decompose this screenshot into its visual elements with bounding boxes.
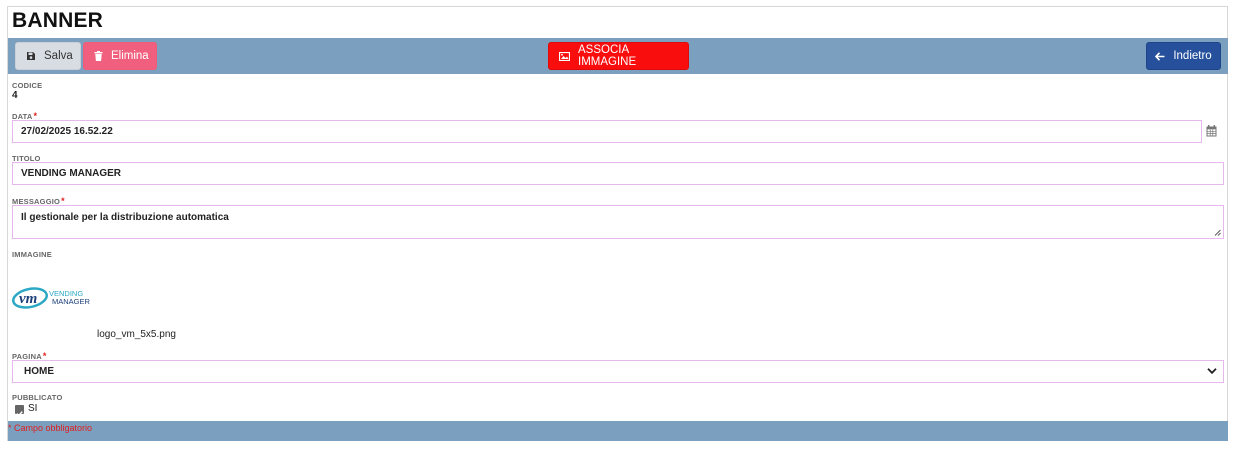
pagina-select[interactable]: HOME	[12, 360, 1224, 383]
data-field[interactable]: 27/02/2025 16.52.22	[12, 120, 1202, 143]
chevron-down-icon	[1207, 368, 1217, 375]
save-button-label: Salva	[44, 50, 73, 62]
titolo-field-value: VENDING MANAGER	[21, 168, 122, 179]
floppy-disk-icon	[27, 52, 35, 60]
pagina-select-value: HOME	[24, 366, 54, 377]
pubblicato-option-label: SI	[28, 403, 38, 414]
codice-value: 4	[12, 90, 18, 101]
titolo-field[interactable]: VENDING MANAGER	[12, 162, 1224, 185]
trash-icon	[94, 51, 103, 61]
pubblicato-label: PUBBLICATO	[12, 393, 63, 402]
required-field-note: * Campo obbligatorio	[8, 423, 93, 433]
svg-text:vm: vm	[19, 291, 37, 307]
back-button[interactable]: Indietro	[1146, 42, 1221, 70]
toolbar: Salva Elimina ASSOCIA IMMAGINE Indietro	[8, 38, 1228, 74]
immagine-label: IMMAGINE	[12, 250, 52, 259]
arrow-left-icon	[1155, 51, 1165, 61]
associate-image-button[interactable]: ASSOCIA IMMAGINE	[548, 42, 689, 70]
back-button-label: Indietro	[1173, 50, 1212, 62]
checkbox-checked-icon	[16, 411, 23, 417]
image-filename: logo_vm_5x5.png	[97, 329, 176, 340]
pubblicato-checkbox[interactable]	[15, 405, 24, 417]
footer-bar	[8, 421, 1228, 441]
vm-logo-graphic: vm VENDING MANAGER	[12, 287, 91, 309]
calendar-icon[interactable]	[1206, 125, 1217, 137]
logo-text-manager: MANAGER	[52, 297, 91, 306]
image-icon	[559, 51, 570, 61]
page-title: BANNER	[12, 9, 104, 32]
messaggio-textarea-value: Il gestionale per la distribuzione autom…	[21, 212, 229, 223]
data-field-value: 27/02/2025 16.52.22	[21, 126, 113, 137]
messaggio-textarea[interactable]: Il gestionale per la distribuzione autom…	[12, 205, 1224, 239]
associate-image-label: ASSOCIA IMMAGINE	[578, 44, 637, 68]
codice-label: CODICE	[12, 81, 43, 90]
delete-button[interactable]: Elimina	[83, 42, 157, 70]
vm-logo-image: vm VENDING MANAGER	[12, 282, 94, 314]
delete-button-label: Elimina	[111, 50, 149, 62]
resize-handle-icon[interactable]	[1214, 229, 1221, 236]
save-button[interactable]: Salva	[15, 42, 81, 70]
